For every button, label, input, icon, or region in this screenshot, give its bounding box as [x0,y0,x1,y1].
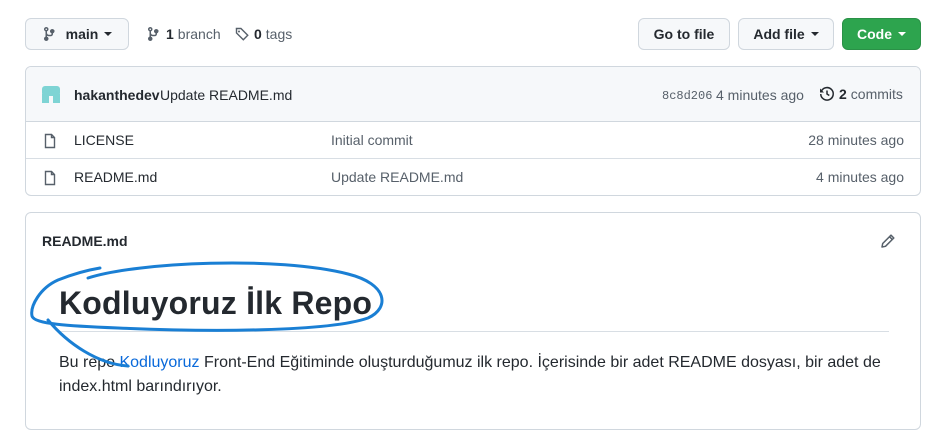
branches-link[interactable]: 1 branch [146,18,221,50]
pencil-icon[interactable] [880,233,896,249]
chevron-down-icon [810,32,819,36]
kodluyoruz-link[interactable]: Kodluyoruz [119,354,199,371]
tag-icon [234,26,250,42]
file-commit-time: 28 minutes ago [808,132,904,148]
avatar[interactable] [40,84,62,106]
go-to-file-label: Go to file [653,26,715,42]
commit-time: 4 minutes ago [716,87,804,103]
file-row: LICENSE Initial commit 28 minutes ago [26,122,920,159]
file-browser: hakanthedev Update README.md 8c8d206 4 m… [25,66,921,196]
branch-count: 1 [166,26,174,42]
git-branch-icon [42,26,58,42]
commit-sha[interactable]: 8c8d206 [662,89,712,103]
commit-author[interactable]: hakanthedev [74,87,160,103]
code-button[interactable]: Code [842,18,921,50]
file-name[interactable]: LICENSE [74,132,134,148]
paragraph-text: Bu repo [59,354,120,371]
tag-count: 0 [254,26,262,42]
go-to-file-button[interactable]: Go to file [638,18,730,50]
branch-select-button[interactable]: main [25,18,129,50]
file-commit-message[interactable]: Initial commit [331,132,413,148]
add-file-label: Add file [753,26,805,42]
readme-title[interactable]: README.md [42,233,128,249]
readme-paragraph: Bu repo Kodluyoruz Front-End Eğitiminde … [59,351,899,399]
commit-count: 2 [839,86,847,102]
add-file-button[interactable]: Add file [738,18,834,50]
branch-label: branch [177,26,221,42]
file-commit-message[interactable]: Update README.md [331,169,463,185]
file-row: README.md Update README.md 4 minutes ago [26,159,920,195]
commits-link[interactable]: 2 commits [819,86,903,102]
code-label: Code [857,26,892,42]
file-commit-time: 4 minutes ago [816,169,904,185]
heading-divider [59,331,889,332]
file-icon [42,170,58,186]
latest-commit-row: hakanthedev Update README.md 8c8d206 4 m… [26,67,920,122]
chevron-down-icon [898,32,906,36]
tag-label: tags [265,26,293,42]
commit-message[interactable]: Update README.md [160,87,292,103]
tags-link[interactable]: 0 tags [234,18,292,50]
history-icon [819,86,835,102]
file-name[interactable]: README.md [74,169,157,185]
git-branch-icon [146,26,162,42]
commits-label: commits [850,86,903,102]
readme-panel: README.md Kodluyoruz İlk Repo Bu repo Ko… [25,212,921,430]
file-icon [42,133,58,149]
readme-heading: Kodluyoruz İlk Repo [59,285,373,321]
chevron-down-icon [104,32,113,36]
branch-name: main [65,26,99,42]
